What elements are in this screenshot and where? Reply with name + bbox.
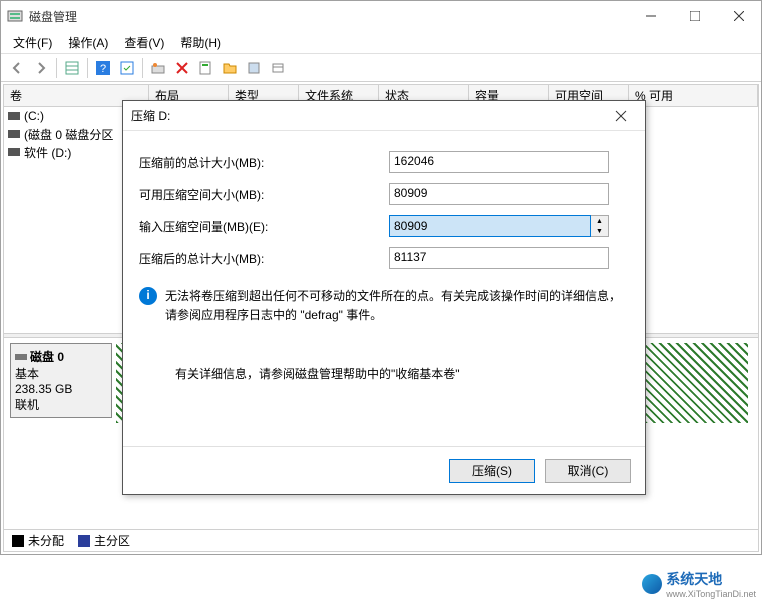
info-text-2: 有关详细信息，请参阅磁盘管理帮助中的"收缩基本卷" bbox=[175, 365, 629, 382]
back-icon[interactable] bbox=[5, 57, 29, 79]
legend-label: 未分配 bbox=[28, 532, 64, 549]
watermark-text-en: www.XiTongTianDi.net bbox=[666, 589, 756, 599]
spin-up-button[interactable]: ▲ bbox=[591, 216, 608, 226]
menubar: 文件(F) 操作(A) 查看(V) 帮助(H) bbox=[1, 31, 761, 53]
watermark-text-cn: 系统天地 bbox=[666, 571, 722, 587]
disk-size: 238.35 GB bbox=[15, 382, 107, 396]
help-icon[interactable]: ? bbox=[91, 57, 115, 79]
legend-swatch-primary bbox=[78, 535, 90, 547]
list-view-icon[interactable] bbox=[266, 57, 290, 79]
folder-icon[interactable] bbox=[218, 57, 242, 79]
watermark: 系统天地 www.XiTongTianDi.net bbox=[642, 569, 756, 599]
close-button[interactable] bbox=[717, 1, 761, 31]
menu-view[interactable]: 查看(V) bbox=[116, 32, 172, 53]
disk-management-icon bbox=[7, 8, 23, 24]
info-text: 无法将卷压缩到超出任何不可移动的文件所在的点。有关完成该操作时间的详细信息，请参… bbox=[165, 287, 629, 325]
field-available: 80909 bbox=[389, 183, 609, 205]
menu-help[interactable]: 帮助(H) bbox=[172, 32, 229, 53]
spin-down-button[interactable]: ▼ bbox=[591, 226, 608, 236]
legend-label: 主分区 bbox=[94, 532, 130, 549]
window-title: 磁盘管理 bbox=[29, 8, 629, 25]
label-total-after: 压缩后的总计大小(MB): bbox=[139, 250, 389, 267]
volume-icon bbox=[8, 112, 20, 120]
watermark-icon bbox=[642, 574, 662, 594]
disk-info-block[interactable]: 磁盘 0 基本 238.35 GB 联机 bbox=[10, 343, 112, 418]
minimize-button[interactable] bbox=[629, 1, 673, 31]
disk-name: 磁盘 0 bbox=[30, 348, 64, 365]
properties-icon[interactable] bbox=[194, 57, 218, 79]
field-total-after: 81137 bbox=[389, 247, 609, 269]
disk-type: 基本 bbox=[15, 365, 107, 382]
field-total-before: 162046 bbox=[389, 151, 609, 173]
dialog-titlebar: 压缩 D: bbox=[123, 101, 645, 131]
cancel-button[interactable]: 取消(C) bbox=[545, 459, 631, 483]
view-list-icon[interactable] bbox=[60, 57, 84, 79]
legend: 未分配 主分区 bbox=[4, 529, 758, 551]
refresh-icon[interactable] bbox=[115, 57, 139, 79]
dialog-close-button[interactable] bbox=[605, 102, 637, 130]
toolbar: ? bbox=[1, 54, 761, 82]
shrink-dialog: 压缩 D: 压缩前的总计大小(MB): 162046 可用压缩空间大小(MB):… bbox=[122, 100, 646, 495]
shrink-button[interactable]: 压缩(S) bbox=[449, 459, 535, 483]
shrink-amount-input[interactable] bbox=[389, 215, 591, 237]
volume-name: 软件 (D:) bbox=[24, 144, 71, 161]
label-total-before: 压缩前的总计大小(MB): bbox=[139, 154, 389, 171]
wizard-icon[interactable] bbox=[146, 57, 170, 79]
titlebar: 磁盘管理 bbox=[1, 1, 761, 31]
disk-status: 联机 bbox=[15, 396, 107, 413]
menu-action[interactable]: 操作(A) bbox=[60, 32, 116, 53]
forward-icon[interactable] bbox=[29, 57, 53, 79]
col-pctfree[interactable]: % 可用 bbox=[629, 85, 758, 106]
svg-text:?: ? bbox=[100, 63, 106, 75]
label-available: 可用压缩空间大小(MB): bbox=[139, 186, 389, 203]
volume-icon bbox=[8, 148, 20, 156]
label-shrink-amount: 输入压缩空间量(MB)(E): bbox=[139, 218, 389, 235]
volume-name: (磁盘 0 磁盘分区 bbox=[24, 126, 113, 143]
disk-icon bbox=[15, 351, 27, 363]
menu-file[interactable]: 文件(F) bbox=[5, 32, 60, 53]
legend-swatch-unallocated bbox=[12, 535, 24, 547]
volume-name: (C:) bbox=[24, 109, 44, 123]
volume-icon bbox=[8, 130, 20, 138]
info-icon: i bbox=[139, 287, 157, 305]
dialog-title: 压缩 D: bbox=[131, 107, 605, 124]
maximize-button[interactable] bbox=[673, 1, 717, 31]
delete-icon[interactable] bbox=[170, 57, 194, 79]
settings-icon[interactable] bbox=[242, 57, 266, 79]
